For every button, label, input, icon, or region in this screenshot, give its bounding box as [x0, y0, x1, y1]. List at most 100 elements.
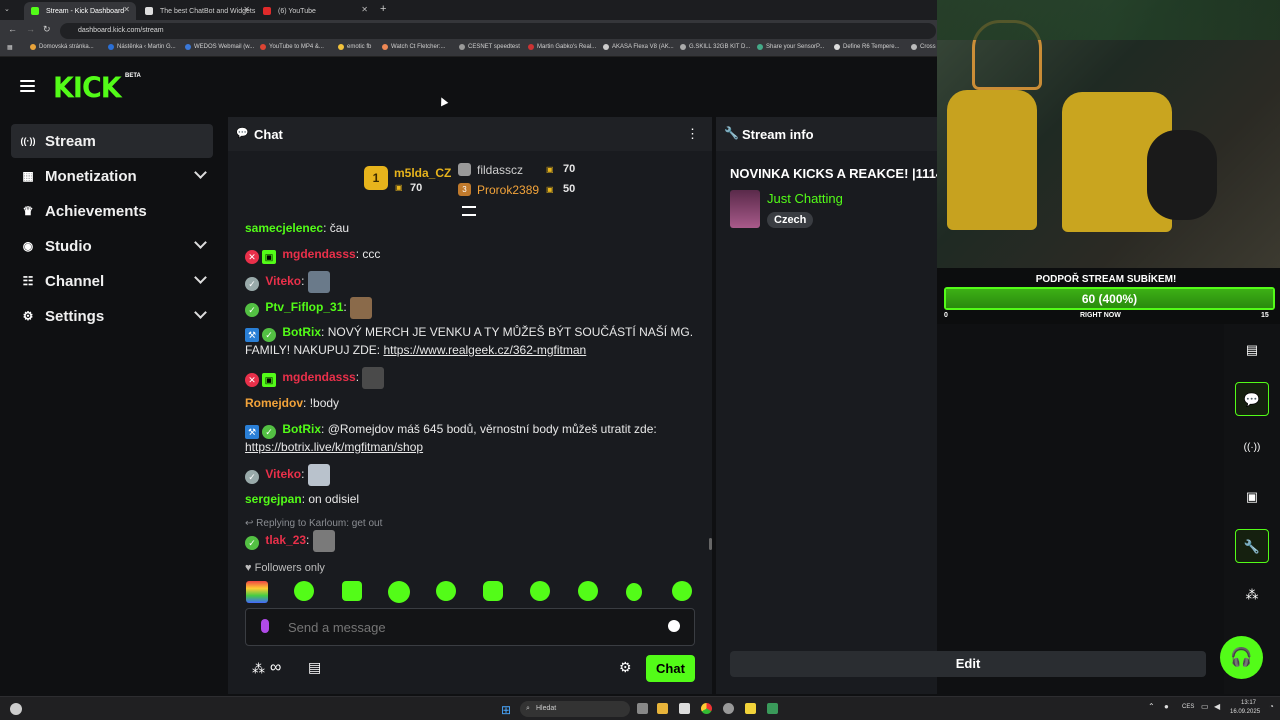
chat-username[interactable]: samecjelenec: [245, 221, 323, 235]
emote-button[interactable]: [436, 581, 456, 601]
sidebar-item-stream[interactable]: ((·)) Stream: [11, 124, 213, 158]
leaderboard-name[interactable]: fildasscz: [477, 163, 523, 177]
network-icon[interactable]: ▭: [1201, 702, 1209, 711]
bookmark-item[interactable]: Martin Gabko's Real...: [528, 44, 596, 50]
infinity-icon[interactable]: ∞: [270, 659, 281, 677]
more-options-icon[interactable]: ⋮: [686, 126, 699, 142]
bookmark-item[interactable]: YouTube to MP4 &...: [260, 44, 324, 50]
leaderboard-name[interactable]: Prorok2389: [477, 183, 539, 197]
menu-icon[interactable]: [20, 80, 35, 92]
chat-username[interactable]: mgdendasss: [282, 247, 355, 261]
bookmark-item[interactable]: Watch Ct Fletcher:...: [382, 44, 445, 50]
chat-username[interactable]: Viteko: [265, 467, 301, 481]
stream-info-toggle-icon[interactable]: 🔧: [1235, 529, 1269, 563]
bookmark-item[interactable]: G.SKILL 32GB KIT D...: [680, 44, 750, 50]
chat-panel-toggle-icon[interactable]: 💬: [1235, 382, 1269, 416]
emote-button[interactable]: [483, 581, 503, 601]
emote-button[interactable]: [530, 581, 550, 601]
language-indicator[interactable]: CES: [1182, 704, 1194, 710]
sidebar-item-achievements[interactable]: ♛ Achievements: [11, 194, 213, 228]
chat-username[interactable]: sergejpan: [245, 492, 302, 506]
apps-icon[interactable]: ▦: [7, 44, 13, 51]
microphone-icon[interactable]: [261, 619, 269, 633]
bookmark-item[interactable]: Define R6 Tempere...: [834, 44, 900, 50]
settings-app-icon[interactable]: [723, 703, 734, 714]
notes-app-icon[interactable]: [745, 703, 756, 714]
file-explorer-icon[interactable]: [657, 703, 668, 714]
bookmark-item[interactable]: AKASA Flexa V8 (AK...: [603, 44, 674, 50]
tray-chevron-icon[interactable]: ⌃: [1148, 702, 1155, 711]
chat-settings-gear-icon[interactable]: ⚙: [619, 659, 632, 676]
chevron-down-icon[interactable]: [194, 271, 207, 284]
tab-youtube[interactable]: (6) YouTube ✕: [256, 2, 374, 20]
chat-username[interactable]: BotRix: [282, 325, 321, 339]
leaderboard-name[interactable]: m5lda_CZ: [394, 166, 451, 180]
notifications-icon[interactable]: ◔: [1269, 702, 1274, 711]
chat-message-input[interactable]: [288, 617, 658, 637]
clock-date[interactable]: 16.09.2025: [1230, 709, 1260, 715]
chat-username[interactable]: mgdendasss: [282, 370, 355, 384]
task-view-icon[interactable]: [637, 703, 648, 714]
bookmark-item[interactable]: emotic fb: [338, 44, 371, 50]
chevron-down-icon[interactable]: [194, 236, 207, 249]
collapse-leaderboard-icon[interactable]: [462, 206, 476, 216]
emote-button[interactable]: [342, 581, 362, 601]
broadcast-toggle-icon[interactable]: ((·)): [1235, 431, 1269, 465]
close-tab-icon[interactable]: ✕: [123, 5, 130, 14]
notes-icon[interactable]: ▤: [1235, 333, 1269, 367]
bookmark-item[interactable]: Cross: [911, 44, 936, 50]
taskbar-search[interactable]: ⌕ Hledat: [520, 701, 630, 717]
chevron-down-icon[interactable]: [194, 166, 207, 179]
emote-button[interactable]: [246, 581, 268, 603]
back-icon[interactable]: ←: [8, 24, 17, 34]
app-icon[interactable]: [767, 703, 778, 714]
start-icon[interactable]: ⊞: [501, 703, 511, 717]
clock-time[interactable]: 13:17: [1241, 700, 1256, 706]
url-field[interactable]: dashboard.kick.com/stream: [60, 23, 936, 39]
emote-button[interactable]: [294, 581, 314, 601]
forward-icon[interactable]: →: [26, 24, 35, 34]
emoji-icon[interactable]: [668, 620, 680, 632]
reload-icon[interactable]: ↻: [43, 24, 51, 35]
chevron-down-icon[interactable]: [194, 306, 207, 319]
sidebar-item-channel[interactable]: ☷ Channel: [11, 264, 213, 298]
support-chat-button[interactable]: 🎧: [1220, 636, 1263, 679]
emote-button[interactable]: [626, 583, 642, 601]
points-icon[interactable]: ⁂: [252, 661, 265, 677]
chat-input-box[interactable]: [245, 608, 695, 646]
new-tab-button[interactable]: +: [380, 3, 386, 15]
chrome-icon[interactable]: [701, 703, 712, 714]
widgets-icon[interactable]: [10, 703, 22, 715]
bookmark-item[interactable]: CESNET speedtest: [459, 44, 520, 50]
store-app-icon[interactable]: [679, 703, 690, 714]
tab-chatbot[interactable]: The best ChatBot and Widgets ✕: [138, 2, 256, 20]
sidebar-item-studio[interactable]: ◉ Studio: [11, 229, 213, 263]
chat-link[interactable]: https://www.realgeek.cz/362-mgfitman: [383, 343, 586, 357]
close-tab-icon[interactable]: ✕: [243, 5, 250, 14]
sidebar-item-monetization[interactable]: ▦ Monetization: [11, 159, 213, 193]
bookmark-item[interactable]: Domovská stránka...: [30, 44, 94, 50]
emote-button[interactable]: [388, 581, 410, 603]
chat-username[interactable]: Viteko: [265, 274, 301, 288]
store-icon[interactable]: ▤: [308, 659, 321, 676]
chat-username[interactable]: BotRix: [282, 422, 321, 436]
chat-username[interactable]: Romejdov: [245, 396, 303, 410]
chat-username[interactable]: Ptv_Fiflop_31: [265, 300, 343, 314]
microphone-tray-icon[interactable]: ●: [1164, 702, 1169, 711]
tab-kick-dashboard[interactable]: Stream - Kick Dashboard ✕: [24, 2, 136, 20]
edit-stream-info-button[interactable]: Edit: [730, 651, 1206, 677]
send-chat-button[interactable]: Chat: [646, 655, 695, 682]
chat-scrollbar[interactable]: [709, 538, 712, 550]
video-toggle-icon[interactable]: ▣: [1235, 480, 1269, 514]
tab-list-button[interactable]: ⌄: [4, 5, 14, 15]
points-toggle-icon[interactable]: ⁂: [1235, 578, 1269, 612]
volume-icon[interactable]: ◀: [1214, 702, 1220, 711]
chat-username[interactable]: tlak_23: [265, 533, 306, 547]
bookmark-item[interactable]: Nástěnka ‹ Martin G...: [108, 44, 176, 50]
sidebar-item-settings[interactable]: ⚙ Settings: [11, 299, 213, 333]
bookmark-item[interactable]: WEDOS Webmail (w...: [185, 44, 254, 50]
category-link[interactable]: Just Chatting: [767, 191, 843, 206]
kick-logo[interactable]: KICK: [53, 72, 122, 105]
close-tab-icon[interactable]: ✕: [361, 5, 368, 14]
emote-button[interactable]: [672, 581, 692, 601]
